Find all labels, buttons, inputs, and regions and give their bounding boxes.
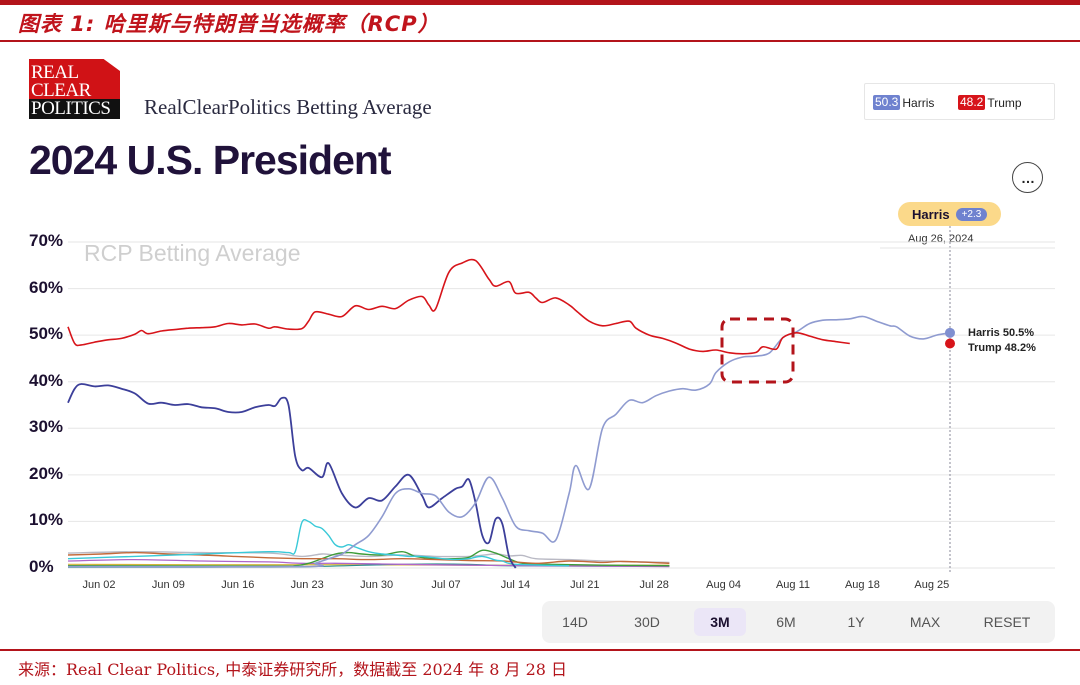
range-button-30d[interactable]: 30D (614, 608, 680, 636)
y-tick-label: 50% (29, 324, 64, 344)
range-button-14d[interactable]: 14D (542, 608, 608, 636)
x-tick-label: Jul 21 (570, 579, 600, 591)
gridlines (68, 226, 1055, 572)
y-tick-label: 30% (29, 417, 64, 437)
x-tick-label: Jul 14 (500, 579, 531, 591)
highlight-dashed-box (720, 317, 795, 384)
x-tick-label: Jun 16 (221, 579, 255, 591)
x-tick-label: Jun 30 (360, 579, 394, 591)
series-line-biden[interactable] (67, 383, 517, 569)
y-tick-label: 0% (29, 557, 54, 576)
end-marker-harris (945, 327, 955, 338)
y-tick-label: 60% (29, 277, 64, 297)
end-markers (720, 317, 955, 384)
y-tick-label: 40% (29, 370, 64, 390)
y-tick-label: 70% (29, 231, 64, 250)
range-button-3m[interactable]: 3M (694, 608, 746, 636)
range-button-reset[interactable]: RESET (964, 608, 1050, 636)
y-tick-label: 20% (29, 463, 64, 483)
x-tick-label: Aug 04 (706, 579, 742, 591)
end-label-harris: Harris 50.5% (968, 327, 1035, 339)
chart-watermark: RCP Betting Average (84, 240, 301, 266)
x-tick-label: Jul 28 (639, 579, 669, 591)
range-button-max[interactable]: MAX (892, 608, 958, 636)
x-tick-label: Jul 07 (431, 579, 461, 591)
x-tick-label: Aug 11 (775, 579, 811, 591)
x-tick-label: Jun 23 (290, 579, 324, 591)
range-button-1y[interactable]: 1Y (826, 608, 886, 636)
end-label-trump: Trump 48.2% (968, 342, 1036, 354)
x-tick-label: Jun 09 (151, 579, 185, 591)
y-tick-label: 10% (29, 510, 64, 530)
x-tick-label: Aug 18 (844, 579, 880, 591)
range-button-6m[interactable]: 6M (756, 608, 816, 636)
x-tick-label: Aug 25 (914, 579, 950, 591)
bottom-divider (0, 649, 1080, 651)
series-line-trump[interactable] (67, 258, 850, 355)
end-marker-trump (945, 338, 955, 349)
time-range-selector: 14D 30D 3M 6M 1Y MAX RESET (542, 601, 1055, 643)
source-note: 来源：Real Clear Politics, 中泰证券研究所，数据截至 202… (18, 660, 568, 679)
series-line-harris[interactable] (67, 315, 951, 568)
x-tick-label: Jun 02 (82, 579, 116, 591)
